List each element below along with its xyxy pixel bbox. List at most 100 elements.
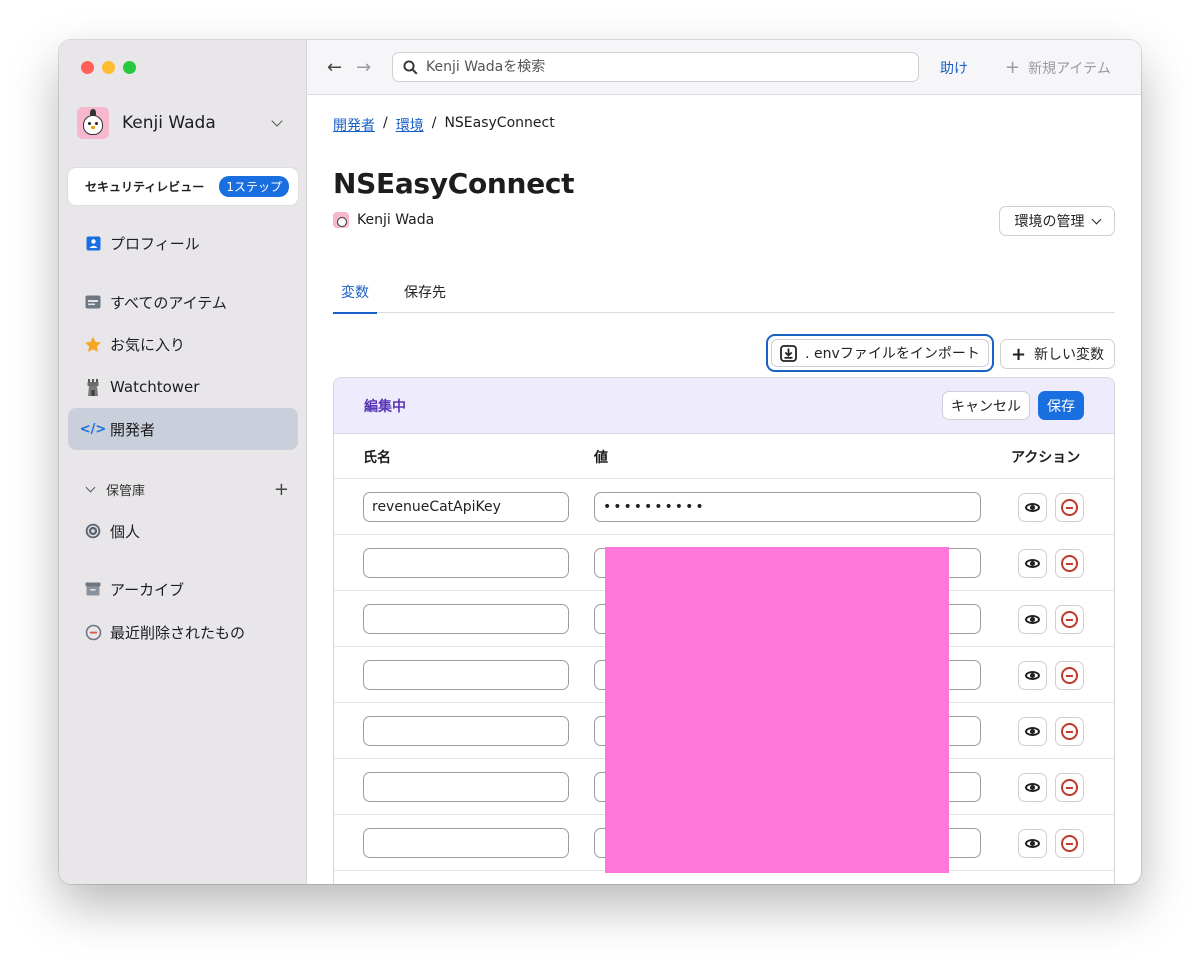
sidebar-item-label: 開発者 bbox=[110, 420, 156, 439]
import-icon bbox=[780, 344, 798, 362]
manage-environment-label: 環境の管理 bbox=[1014, 214, 1085, 230]
chevron-down-icon bbox=[85, 482, 96, 493]
account-switcher[interactable]: Kenji Wada bbox=[77, 106, 289, 140]
sidebar-item-label: 個人 bbox=[110, 522, 141, 541]
reveal-value-button[interactable] bbox=[1018, 661, 1047, 690]
remove-variable-button[interactable] bbox=[1055, 717, 1084, 746]
variable-value-input[interactable] bbox=[594, 492, 981, 522]
owner-name: Kenji Wada bbox=[357, 212, 435, 228]
watchtower-icon bbox=[84, 378, 102, 396]
eye-icon bbox=[1025, 615, 1040, 624]
page-title: NSEasyConnect bbox=[333, 167, 575, 200]
minus-circle-icon bbox=[1061, 779, 1078, 796]
variable-name-input[interactable] bbox=[363, 828, 569, 858]
plus-icon: + bbox=[1010, 343, 1027, 365]
new-variable-button[interactable]: + 新しい変数 bbox=[1000, 339, 1115, 369]
window-controls bbox=[81, 61, 136, 74]
breadcrumb-environment-link[interactable]: 環境 bbox=[396, 115, 424, 135]
minus-circle-icon bbox=[1061, 835, 1078, 852]
eye-icon bbox=[1025, 727, 1040, 736]
reveal-value-button[interactable] bbox=[1018, 605, 1047, 634]
import-env-button[interactable]: . envファイルをインポート bbox=[766, 334, 994, 372]
zoom-window-button[interactable] bbox=[123, 61, 136, 74]
toolbar: ← → 助け + 新規アイテム bbox=[307, 40, 1141, 95]
remove-variable-button[interactable] bbox=[1055, 661, 1084, 690]
plus-icon: + bbox=[1005, 57, 1021, 78]
vault-section-header[interactable]: 保管庫 + bbox=[84, 479, 289, 500]
editor-header: 編集中 キャンセル 保存 bbox=[334, 378, 1114, 434]
column-value-header: 値 bbox=[594, 450, 608, 466]
eye-icon bbox=[1025, 839, 1040, 848]
variable-name-input[interactable] bbox=[363, 716, 569, 746]
sidebar-item-archive[interactable]: アーカイブ bbox=[68, 568, 298, 610]
minus-circle-icon bbox=[1061, 499, 1078, 516]
sidebar-item-label: アーカイブ bbox=[110, 580, 185, 599]
security-review-badge: 1ステップ bbox=[219, 176, 289, 197]
app-window: Kenji Wada セキュリティレビュー 1ステップ プロフィール すべてのア… bbox=[59, 40, 1141, 884]
eye-icon bbox=[1025, 559, 1040, 568]
remove-variable-button[interactable] bbox=[1055, 605, 1084, 634]
sidebar: Kenji Wada セキュリティレビュー 1ステップ プロフィール すべてのア… bbox=[59, 40, 307, 884]
new-item-button[interactable]: + 新規アイテム bbox=[1005, 57, 1111, 78]
vault-section-label: 保管庫 bbox=[106, 484, 146, 499]
breadcrumb-separator: / bbox=[383, 115, 388, 131]
deleted-icon bbox=[84, 623, 102, 641]
remove-variable-button[interactable] bbox=[1055, 829, 1084, 858]
main-content: ← → 助け + 新規アイテム 開発者 / 環境 / NSEasyConnect… bbox=[307, 40, 1141, 884]
close-window-button[interactable] bbox=[81, 61, 94, 74]
reveal-value-button[interactable] bbox=[1018, 773, 1047, 802]
sidebar-item-personal[interactable]: 個人 bbox=[68, 510, 298, 552]
eye-icon bbox=[1025, 503, 1040, 512]
vault-icon bbox=[84, 522, 102, 540]
tab-destinations[interactable]: 保存先 bbox=[404, 282, 446, 312]
avatar bbox=[77, 107, 109, 139]
reveal-value-button[interactable] bbox=[1018, 549, 1047, 578]
add-vault-button[interactable]: + bbox=[274, 479, 289, 500]
owner-line: Kenji Wada bbox=[333, 212, 434, 228]
variable-name-input[interactable] bbox=[363, 604, 569, 634]
manage-environment-button[interactable]: 環境の管理 bbox=[999, 206, 1115, 236]
search-input[interactable] bbox=[426, 59, 918, 75]
profile-icon bbox=[84, 234, 102, 252]
new-variable-label: 新しい変数 bbox=[1034, 347, 1105, 363]
eye-icon bbox=[1025, 671, 1040, 680]
minimize-window-button[interactable] bbox=[102, 61, 115, 74]
help-link[interactable]: 助け bbox=[940, 58, 968, 78]
variable-name-input[interactable] bbox=[363, 772, 569, 802]
minus-circle-icon bbox=[1061, 667, 1078, 684]
variable-name-input[interactable] bbox=[363, 660, 569, 690]
search-bar[interactable] bbox=[392, 52, 919, 82]
reveal-value-button[interactable] bbox=[1018, 829, 1047, 858]
new-item-label: 新規アイテム bbox=[1028, 60, 1111, 77]
remove-variable-button[interactable] bbox=[1055, 493, 1084, 522]
sidebar-item-developer[interactable]: </> 開発者 bbox=[68, 408, 298, 450]
breadcrumb-developer-link[interactable]: 開発者 bbox=[333, 115, 375, 135]
tab-variables[interactable]: 変数 bbox=[333, 282, 377, 314]
remove-variable-button[interactable] bbox=[1055, 549, 1084, 578]
variable-name-input[interactable] bbox=[363, 548, 569, 578]
sidebar-item-all-items[interactable]: すべてのアイテム bbox=[68, 281, 298, 323]
security-review-banner[interactable]: セキュリティレビュー 1ステップ bbox=[68, 168, 298, 205]
import-env-label: . envファイルをインポート bbox=[805, 346, 980, 362]
reveal-value-button[interactable] bbox=[1018, 493, 1047, 522]
back-arrow-icon[interactable]: ← bbox=[327, 57, 342, 78]
variable-name-input[interactable] bbox=[363, 492, 569, 522]
breadcrumb-current: NSEasyConnect bbox=[444, 115, 555, 131]
sidebar-item-label: 最近削除されたもの bbox=[110, 623, 246, 642]
cancel-button[interactable]: キャンセル bbox=[942, 391, 1030, 420]
reveal-value-button[interactable] bbox=[1018, 717, 1047, 746]
sidebar-item-profile[interactable]: プロフィール bbox=[68, 222, 298, 264]
minus-circle-icon bbox=[1061, 611, 1078, 628]
save-button[interactable]: 保存 bbox=[1038, 391, 1084, 420]
chevron-down-icon bbox=[1091, 214, 1101, 224]
minus-circle-icon bbox=[1061, 555, 1078, 572]
eye-icon bbox=[1025, 783, 1040, 792]
sidebar-item-favorites[interactable]: お気に入り bbox=[68, 323, 298, 365]
column-name-header: 氏名 bbox=[363, 450, 391, 466]
sidebar-item-label: プロフィール bbox=[110, 234, 200, 253]
search-icon bbox=[403, 59, 418, 75]
forward-arrow-icon[interactable]: → bbox=[356, 57, 371, 78]
remove-variable-button[interactable] bbox=[1055, 773, 1084, 802]
sidebar-item-watchtower[interactable]: Watchtower bbox=[68, 366, 298, 408]
sidebar-item-recently-deleted[interactable]: 最近削除されたもの bbox=[68, 611, 298, 653]
